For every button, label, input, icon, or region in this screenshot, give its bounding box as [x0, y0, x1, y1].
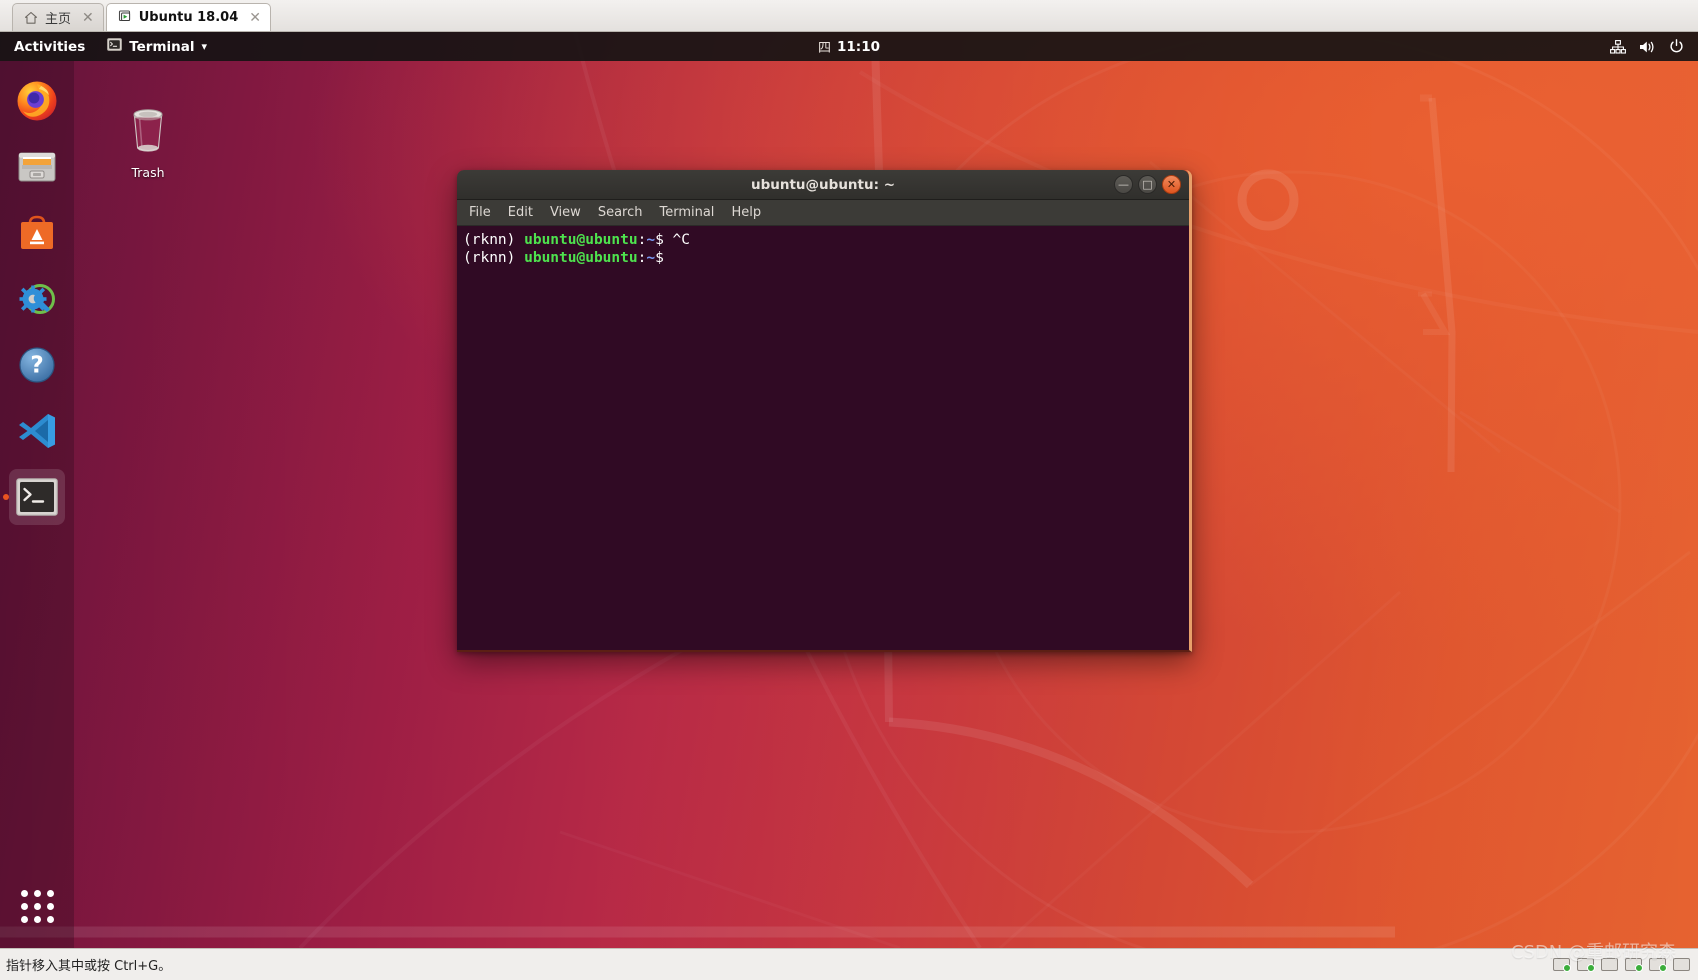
- vm-tab-ubuntu[interactable]: Ubuntu 18.04 ✕: [105, 3, 271, 31]
- system-tray: [1610, 32, 1698, 61]
- minimize-button[interactable]: —: [1114, 175, 1133, 194]
- venv-prefix: (rknn): [463, 232, 525, 248]
- clock-time-label: 11:10: [837, 38, 880, 55]
- show-applications-button[interactable]: [9, 878, 65, 934]
- calendar-day-label: 四: [818, 41, 832, 56]
- menu-file[interactable]: File: [469, 205, 491, 220]
- vm-tab-home-label: 主页: [45, 12, 72, 27]
- svg-text:?: ?: [30, 353, 43, 379]
- vm-device-display-icon[interactable]: [1673, 958, 1690, 971]
- vm-tab-ubuntu-label: Ubuntu 18.04: [138, 10, 239, 25]
- menu-terminal[interactable]: Terminal: [659, 205, 714, 220]
- vm-tabbar: 主页 ✕ Ubuntu 18.04 ✕: [0, 0, 1698, 32]
- prompt-path: ~: [646, 232, 656, 248]
- prompt-dollar: $: [655, 250, 664, 266]
- vm-status-device-icons: [1553, 949, 1690, 980]
- vm-guest-screen[interactable]: Activities Terminal ▾ 四 11:10 ? Trash ub…: [0, 32, 1698, 948]
- terminal-window[interactable]: ubuntu@ubuntu: ~ — □ ✕ File Edit View Se…: [457, 170, 1192, 652]
- terminal-output-area[interactable]: (rknn) ubuntu@ubuntu:~$ ^C (rknn) ubuntu@…: [457, 226, 1189, 650]
- maximize-button[interactable]: □: [1138, 175, 1157, 194]
- prompt-user-host: ubuntu@ubuntu: [524, 232, 638, 248]
- window-controls: — □ ✕: [1114, 170, 1181, 199]
- home-icon: [24, 11, 38, 25]
- vm-status-hint: 指针移入其中或按 Ctrl+G。: [6, 959, 172, 974]
- dock-item-help[interactable]: ?: [9, 337, 65, 393]
- desktop-icon-trash-label: Trash: [131, 165, 165, 180]
- terminal-line: (rknn) ubuntu@ubuntu:~$ ^C: [463, 231, 1189, 249]
- vm-status-bar: 指针移入其中或按 Ctrl+G。: [0, 948, 1698, 980]
- venv-prefix: (rknn): [463, 250, 525, 266]
- app-grid-icon: [20, 889, 54, 923]
- terminal-menubar: File Edit View Search Terminal Help: [457, 200, 1189, 226]
- top-bar-center-group: 四 11:10: [0, 32, 1698, 61]
- vm-device-network-icon[interactable]: [1625, 958, 1643, 972]
- app-menu-label: Terminal: [129, 38, 195, 55]
- network-icon[interactable]: [1610, 39, 1626, 54]
- desktop-icon-trash[interactable]: Trash: [103, 108, 193, 180]
- menu-search[interactable]: Search: [598, 205, 643, 220]
- vm-running-icon: [118, 9, 132, 27]
- vm-tab-home[interactable]: 主页 ✕: [12, 3, 104, 31]
- volume-icon[interactable]: [1639, 40, 1656, 54]
- clock-button[interactable]: 四 11:10: [818, 37, 880, 57]
- prompt-user-host: ubuntu@ubuntu: [524, 250, 638, 266]
- chevron-down-icon: ▾: [201, 40, 208, 53]
- terminal-icon: [107, 38, 123, 55]
- vm-tab-ubuntu-close-icon[interactable]: ✕: [249, 10, 261, 26]
- prompt-dollar: $: [655, 232, 673, 248]
- power-icon[interactable]: [1669, 39, 1684, 54]
- trash-icon: [133, 109, 163, 152]
- terminal-line-output: ^C: [672, 232, 691, 248]
- menu-view[interactable]: View: [550, 205, 581, 220]
- dock-item-terminal[interactable]: [3, 469, 65, 525]
- dock-item-software-updater[interactable]: [9, 271, 65, 327]
- prompt-path: ~: [646, 250, 656, 266]
- terminal-titlebar[interactable]: ubuntu@ubuntu: ~ — □ ✕: [457, 170, 1189, 200]
- activities-label: Activities: [14, 38, 86, 55]
- ubuntu-dock: ?: [0, 61, 74, 948]
- menu-help[interactable]: Help: [731, 205, 761, 220]
- vm-device-floppy-icon[interactable]: [1601, 958, 1618, 971]
- activities-button[interactable]: Activities: [0, 32, 97, 61]
- menu-edit[interactable]: Edit: [508, 205, 533, 220]
- vm-device-usb-icon[interactable]: [1649, 958, 1667, 972]
- dock-item-vscode[interactable]: [9, 403, 65, 459]
- gnome-top-bar: Activities Terminal ▾ 四 11:10: [0, 32, 1698, 61]
- vm-tab-home-close-icon[interactable]: ✕: [82, 10, 94, 26]
- terminal-title: ubuntu@ubuntu: ~: [750, 176, 896, 193]
- running-indicator-dot: [3, 494, 9, 500]
- vm-device-cd-icon[interactable]: [1577, 958, 1595, 972]
- close-button[interactable]: ✕: [1162, 175, 1181, 194]
- app-menu-button[interactable]: Terminal ▾: [97, 32, 217, 61]
- top-bar-left-group: Activities Terminal ▾: [0, 32, 217, 61]
- dock-item-files[interactable]: [9, 139, 65, 195]
- terminal-line: (rknn) ubuntu@ubuntu:~$: [463, 249, 1189, 267]
- dock-item-firefox[interactable]: [9, 73, 65, 129]
- vm-device-hdd-icon[interactable]: [1553, 958, 1571, 972]
- dock-item-ubuntu-software[interactable]: [9, 205, 65, 261]
